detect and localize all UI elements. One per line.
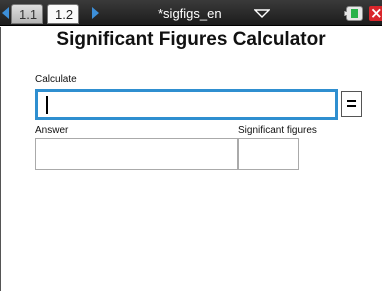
equals-button[interactable]: = [341,91,362,117]
chevron-left-icon[interactable] [2,7,9,19]
frame-border [0,27,1,291]
close-icon[interactable] [369,4,382,22]
significant-figures-field[interactable] [238,138,299,170]
tab-bar: 1.1 1.2 *sigfigs_en [0,0,382,26]
chevron-down-icon[interactable] [254,9,270,18]
answer-label: Answer [35,125,69,136]
calculate-input[interactable] [35,89,338,120]
significant-figures-label: Significant figures [238,125,317,136]
text-caret [46,96,48,114]
answer-field[interactable] [35,138,238,170]
page-title: Significant Figures Calculator [56,29,326,50]
calculate-label: Calculate [35,74,77,85]
tab-1-2[interactable]: 1.2 [47,4,79,24]
battery-icon [344,6,363,21]
chevron-right-icon[interactable] [92,7,99,19]
tab-1-1[interactable]: 1.1 [11,4,43,24]
document-title[interactable]: *sigfigs_en [158,4,222,24]
